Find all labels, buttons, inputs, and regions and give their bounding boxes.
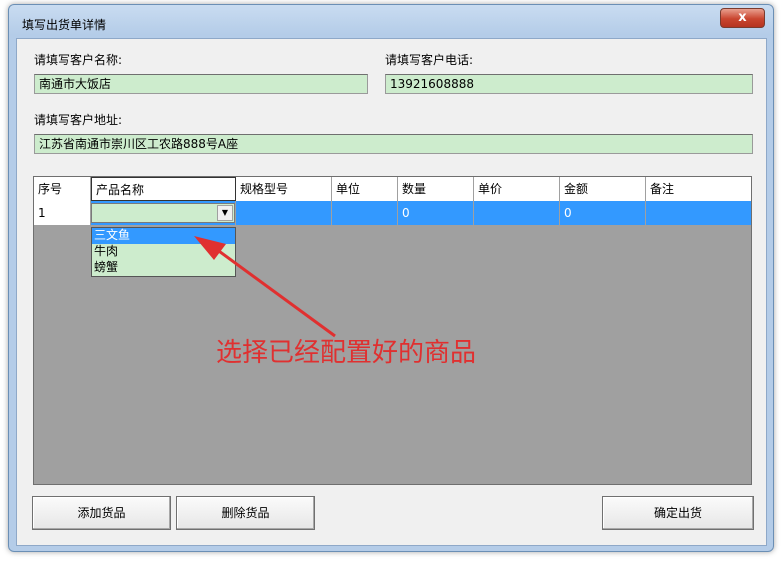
annotation-arrow-icon (194, 236, 336, 338)
annotation-text: 选择已经配置好的商品 (216, 338, 477, 368)
